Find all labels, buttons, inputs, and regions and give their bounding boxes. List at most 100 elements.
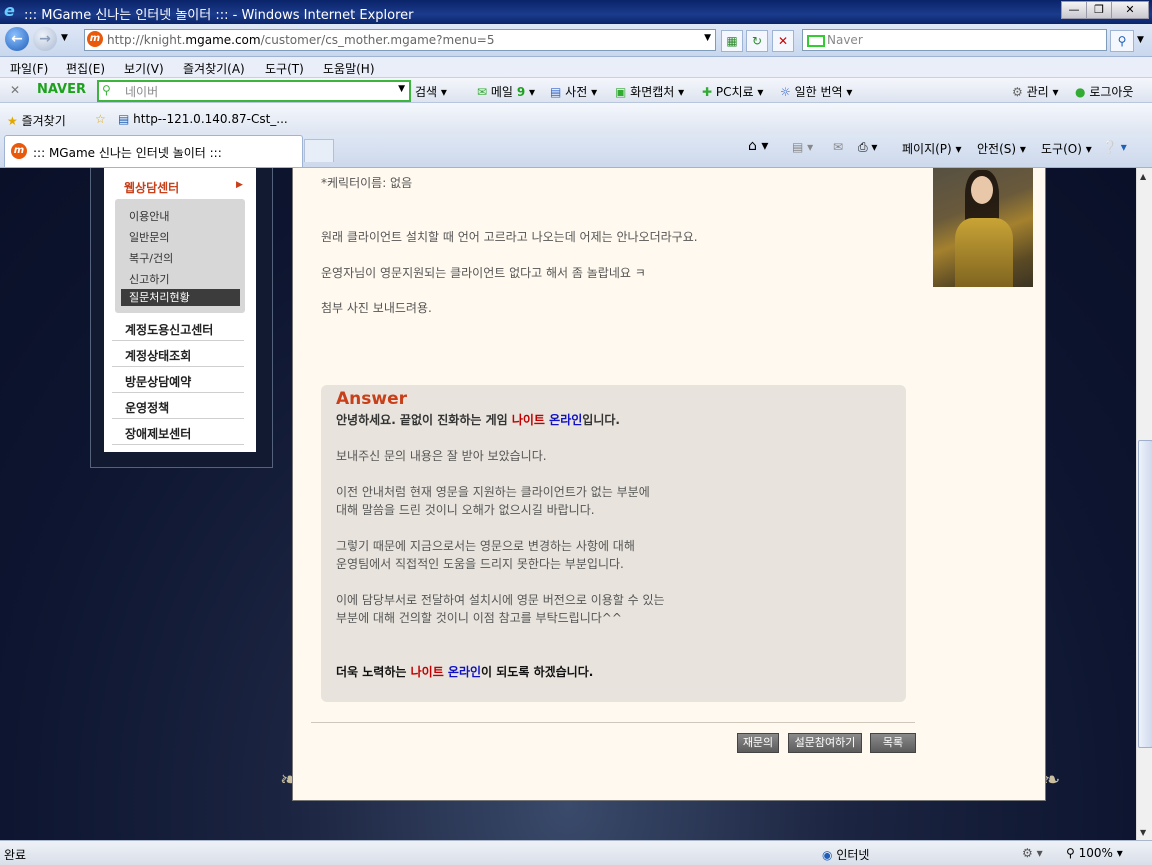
mail-read-icon[interactable]: ✉ xyxy=(833,140,843,154)
naver-logout-button[interactable]: ● 로그아웃 xyxy=(1075,83,1133,100)
menu-file[interactable]: 파일(F) xyxy=(10,60,48,77)
tab-active[interactable]: m ::: MGame 신나는 인터넷 놀이터 ::: xyxy=(4,135,303,167)
sidebar-subitem-general[interactable]: 일반문의 xyxy=(129,229,169,245)
sidebar-subitem-guide[interactable]: 이용안내 xyxy=(129,208,169,224)
sidebar-submenu: 이용안내 일반문의 복구/건의 신고하기 질문처리현황 xyxy=(115,199,245,313)
page-menu[interactable]: 페이지(P) ▾ xyxy=(902,140,962,157)
menu-view[interactable]: 보기(V) xyxy=(124,60,164,77)
sidebar-item-visit-reservation[interactable]: 방문상담예약 xyxy=(112,368,244,393)
back-button[interactable]: ← xyxy=(5,27,29,51)
answer-line: 대해 말씀을 드린 것이니 오해가 없으시길 바랍니다. xyxy=(336,503,595,517)
chevron-right-icon: ▶ xyxy=(236,180,243,190)
url-domain: mgame.com xyxy=(185,33,261,47)
sidebar-subitem-status[interactable]: 질문처리현황 xyxy=(121,289,240,306)
list-button[interactable]: 목록 xyxy=(870,733,916,753)
favorites-link[interactable]: ▤ http--121.0.140.87-Cst_... xyxy=(118,112,288,126)
sidebar-subitem-recovery[interactable]: 복구/건의 xyxy=(129,250,173,266)
search-go-icon[interactable]: ⚲ xyxy=(1110,30,1134,52)
sidebar-item-policy[interactable]: 운영정책 xyxy=(112,394,244,419)
answer-box: Answer 안녕하세요. 끝없이 진화하는 게임 나이트 온라인입니다. 보내… xyxy=(321,385,906,702)
question-line: 원래 클라이언트 설치할 때 언어 고르라고 나오는데 어제는 안나오더라구요. xyxy=(321,230,698,244)
toolbar-close-icon[interactable]: ✕ xyxy=(10,83,20,97)
answer-greeting: 안녕하세요. 끝없이 진화하는 게임 나이트 온라인입니다. xyxy=(336,413,620,427)
url-prefix: http://knight. xyxy=(107,33,186,47)
url-field[interactable]: m http://knight.mgame.com/customer/cs_mo… xyxy=(84,29,716,51)
naver-logo[interactable]: NAVER xyxy=(37,82,86,97)
address-bar: ← → ▼ m http://knight.mgame.com/customer… xyxy=(0,24,1152,57)
protected-mode-icon[interactable]: ⚙ ▾ xyxy=(1022,846,1043,860)
new-tab-button[interactable] xyxy=(304,139,334,162)
question-line: 운영자님이 영문지원되는 클라이언트 없다고 해서 좀 놀랍네요 ㅋ xyxy=(321,266,646,280)
safety-menu[interactable]: 안전(S) ▾ xyxy=(977,140,1026,157)
add-favorite-icon[interactable]: ☆ xyxy=(95,112,106,126)
naver-search-input[interactable]: ⚲ 네이버 ▼ xyxy=(97,80,411,102)
url-dropdown-icon[interactable]: ▼ xyxy=(704,33,711,43)
favorites-bar: ★ 즐겨찾기 ☆ ▤ http--121.0.140.87-Cst_... xyxy=(0,103,1152,133)
tools-menu[interactable]: 도구(O) ▾ xyxy=(1041,140,1092,157)
character-portrait xyxy=(933,168,1033,287)
naver-dictionary-button[interactable]: ▤ 사전 ▾ xyxy=(550,83,597,100)
naver-search-dropdown-icon[interactable]: ▼ xyxy=(398,84,405,94)
scroll-up-icon[interactable]: ▲ xyxy=(1140,172,1146,181)
window-title: ::: MGame 신나는 인터넷 놀이터 ::: - Windows Inte… xyxy=(24,8,414,23)
help-icon[interactable]: ❔ ▾ xyxy=(1102,140,1127,154)
inquiry-content: *케릭터이름: 없음 원래 클라이언트 설치할 때 언어 고르라고 나오는데 어… xyxy=(292,168,1046,801)
forward-button[interactable]: → xyxy=(33,27,57,51)
search-placeholder: Naver xyxy=(827,33,863,47)
sidebar-section-title[interactable]: 웹상담센터 xyxy=(124,179,179,196)
naver-translate-button[interactable]: ☼ 일한 번역 ▾ xyxy=(780,83,852,100)
survey-button[interactable]: 설문참여하기 xyxy=(788,733,862,753)
naver-pccure-button[interactable]: ✚ PC치료 ▾ xyxy=(702,83,763,100)
close-button[interactable]: ✕ xyxy=(1111,1,1149,19)
stop-icon[interactable]: ✕ xyxy=(772,30,794,52)
mail-count-badge: 9 xyxy=(516,85,526,99)
history-dropdown-icon[interactable]: ▼ xyxy=(61,33,68,43)
gear-icon: ⚙ xyxy=(1012,85,1023,99)
sidebar-item-bug-report[interactable]: 장애제보센터 xyxy=(112,420,244,445)
window-title-bar: e ::: MGame 신나는 인터넷 놀이터 ::: - Windows In… xyxy=(0,0,1152,24)
sidebar-item-theft-report[interactable]: 계정도용신고센터 xyxy=(112,316,244,341)
scrollbar-thumb[interactable] xyxy=(1138,440,1152,748)
sidebar-subitem-report[interactable]: 신고하기 xyxy=(129,271,169,287)
menu-help[interactable]: 도움말(H) xyxy=(323,60,375,77)
scroll-down-icon[interactable]: ▼ xyxy=(1140,828,1146,837)
naver-search-placeholder: 네이버 xyxy=(125,85,159,99)
translate-icon: ☼ xyxy=(780,85,791,99)
compatibility-icon[interactable]: ▦ xyxy=(721,30,743,52)
restore-button[interactable]: ❐ xyxy=(1086,1,1112,19)
favorites-button[interactable]: ★ 즐겨찾기 xyxy=(7,112,66,129)
print-icon[interactable]: ⎙ ▾ xyxy=(858,140,877,155)
reask-button[interactable]: 재문의 xyxy=(737,733,779,753)
feeds-icon[interactable]: ▤ ▾ xyxy=(792,140,813,154)
vertical-scrollbar[interactable]: ▲ ▼ xyxy=(1136,168,1152,840)
refresh-icon[interactable]: ↻ xyxy=(746,30,768,52)
page-viewport: 웹상담센터 ▶ 이용안내 일반문의 복구/건의 신고하기 질문처리현황 계정도용… xyxy=(0,168,1136,840)
answer-line: 운영팀에서 직접적인 도움을 드리지 못한다는 부분입니다. xyxy=(336,557,624,571)
naver-mail-button[interactable]: ✉ 메일 9 ▾ xyxy=(477,83,535,100)
tab-row: m ::: MGame 신나는 인터넷 놀이터 ::: ⌂ ▾ ▤ ▾ ✉ ⎙ … xyxy=(0,133,1152,168)
answer-heading: Answer xyxy=(336,389,407,409)
tab-favicon-icon: m xyxy=(11,143,27,159)
sidebar-item-account-status[interactable]: 계정상태조회 xyxy=(112,342,244,367)
menu-edit[interactable]: 편집(E) xyxy=(66,60,105,77)
page-icon: ▤ xyxy=(118,112,130,126)
search-options-icon[interactable]: ▼ xyxy=(1137,35,1144,45)
answer-line: 그렇기 때문에 지금으로서는 영문으로 변경하는 사항에 대해 xyxy=(336,539,635,553)
question-line: *케릭터이름: 없음 xyxy=(321,176,413,190)
search-input[interactable]: Naver xyxy=(802,29,1107,51)
minimize-button[interactable]: — xyxy=(1061,1,1087,19)
naver-manage-button[interactable]: ⚙ 관리 ▾ xyxy=(1012,83,1059,100)
favorites-star-icon: ★ xyxy=(7,114,18,128)
tab-title: ::: MGame 신나는 인터넷 놀이터 ::: xyxy=(33,146,222,160)
naver-search-button[interactable]: 검색 ▾ xyxy=(415,83,447,100)
dictionary-icon: ▤ xyxy=(550,85,562,99)
content-divider xyxy=(311,722,915,723)
answer-closing: 더욱 노력하는 나이트 온라인이 되도록 하겠습니다. xyxy=(336,665,594,679)
naver-capture-button[interactable]: ▣ 화면캡처 ▾ xyxy=(615,83,684,100)
zoom-control[interactable]: ⚲ 100% ▾ xyxy=(1066,846,1123,860)
menu-tools[interactable]: 도구(T) xyxy=(265,60,304,77)
site-favicon-icon: m xyxy=(87,31,103,47)
menu-favorites[interactable]: 즐겨찾기(A) xyxy=(183,60,245,77)
home-icon[interactable]: ⌂ ▾ xyxy=(748,138,768,154)
menu-bar: 파일(F) 편집(E) 보기(V) 즐겨찾기(A) 도구(T) 도움말(H) xyxy=(0,57,1152,78)
